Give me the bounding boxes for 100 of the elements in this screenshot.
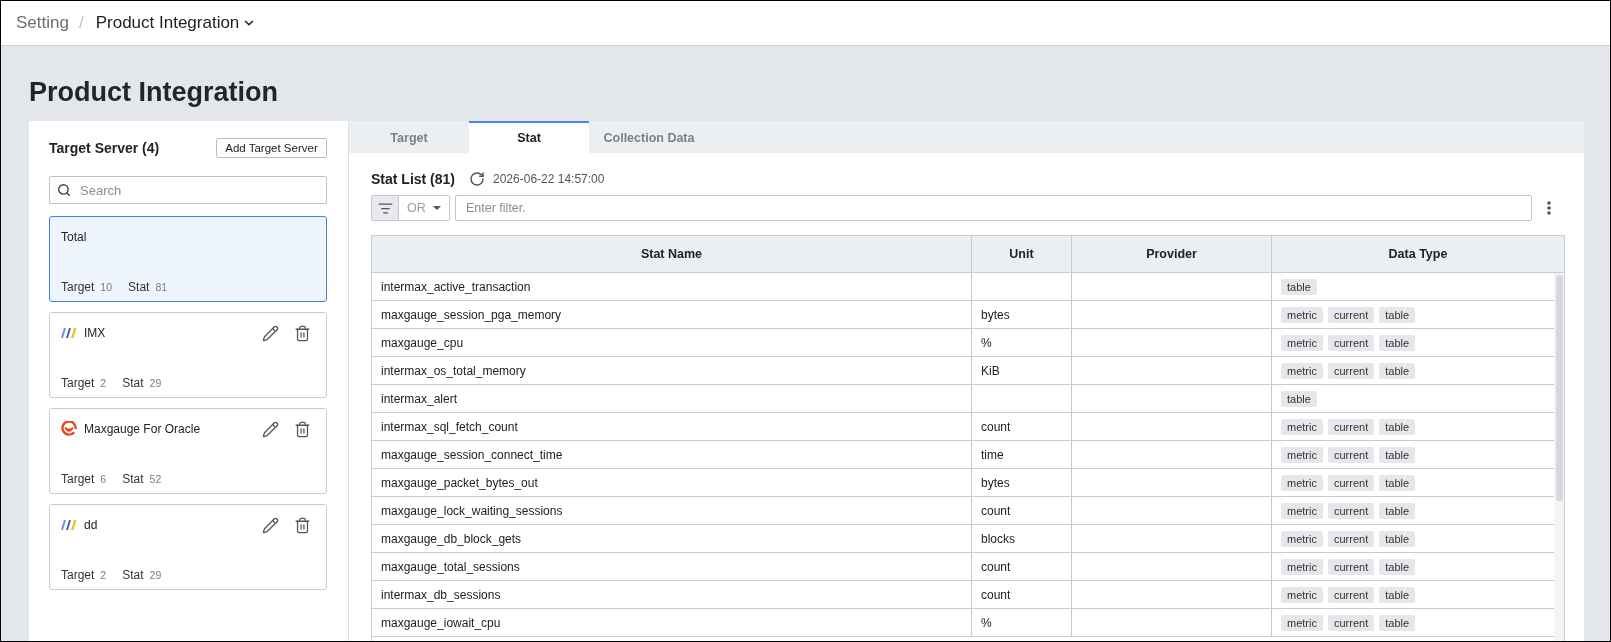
breadcrumb-separator: /: [78, 13, 84, 33]
stat-label: Stat: [122, 568, 144, 582]
refresh-button[interactable]: [469, 171, 485, 187]
data-type-tag: table: [1379, 502, 1416, 519]
target-count: 6: [100, 473, 107, 485]
data-type-tag: current: [1327, 474, 1375, 491]
data-type-tag: metric: [1281, 586, 1323, 603]
table-cell: count: [972, 497, 1072, 524]
data-type-tag: table: [1379, 306, 1416, 323]
data-type-tag: current: [1327, 502, 1375, 519]
target-label: Target: [61, 568, 95, 582]
table-cell: intermax_os_total_memory: [372, 357, 972, 384]
refresh-icon: [469, 171, 485, 187]
data-type-tag: metric: [1281, 446, 1323, 463]
table-cell: count: [972, 413, 1072, 440]
table-cell: count: [972, 553, 1072, 580]
table-cell: maxgauge_packet_bytes_out: [372, 469, 972, 496]
stat-count: 52: [149, 473, 162, 485]
target-count: 2: [100, 569, 107, 581]
stat-label: Stat: [122, 376, 144, 390]
panel-title: Target Server (4): [49, 140, 160, 156]
table-cell: bytes: [972, 301, 1072, 328]
table-cell: intermax_db_sessions: [372, 581, 972, 608]
column-header[interactable]: Data Type: [1272, 236, 1564, 272]
page-title: Product Integration: [29, 76, 279, 109]
edit-button[interactable]: [260, 419, 280, 439]
table-cell: KiB: [972, 357, 1072, 384]
pencil-icon: [261, 516, 279, 534]
data-type-tag: table: [1379, 362, 1416, 379]
data-type-tag: current: [1327, 418, 1375, 435]
server-name: Maxgauge For Oracle: [84, 422, 202, 436]
data-type-tag: current: [1327, 362, 1375, 379]
filter-icon: [377, 200, 393, 216]
data-type-tag: current: [1327, 586, 1375, 603]
data-type-tag: metric: [1281, 474, 1323, 491]
data-type-tag: table: [1379, 474, 1416, 491]
table-cell: %: [972, 609, 1072, 636]
timestamp: 2026-06-22 14:57:00: [493, 172, 605, 186]
pencil-icon: [261, 324, 279, 342]
data-type-tag: table: [1379, 334, 1416, 351]
target-label: Target: [61, 472, 95, 486]
server-card[interactable]: dd Target 2 Stat 29: [49, 504, 327, 590]
server-name: dd: [84, 518, 99, 532]
server-card[interactable]: IMX Target 2 Stat 29: [49, 312, 327, 398]
edit-button[interactable]: [260, 323, 280, 343]
data-type-tag: table: [1379, 530, 1416, 547]
column-header[interactable]: Provider: [1072, 236, 1272, 272]
column-header[interactable]: Stat Name: [372, 236, 972, 272]
filter-button[interactable]: [371, 195, 399, 221]
data-type-tag: metric: [1281, 306, 1323, 323]
stat-label: Stat: [122, 472, 144, 486]
table-cell: maxgauge_db_block_gets: [372, 525, 972, 552]
data-type-tag: metric: [1281, 614, 1323, 631]
data-type-tag: current: [1327, 530, 1375, 547]
tab[interactable]: Stat: [469, 121, 589, 153]
trash-icon: [293, 420, 311, 438]
breadcrumb-link[interactable]: Setting: [16, 13, 69, 33]
page-switcher[interactable]: Product Integration: [95, 13, 257, 33]
filter-input[interactable]: Enter filter.: [455, 195, 1532, 221]
trash-icon: [293, 516, 311, 534]
data-type-tag: current: [1327, 558, 1375, 575]
pencil-icon: [261, 420, 279, 438]
data-type-tag: current: [1327, 334, 1375, 351]
column-header[interactable]: Unit: [972, 236, 1072, 272]
target-count: 2: [100, 377, 107, 389]
search-icon: [57, 183, 71, 197]
server-name: Total: [61, 230, 88, 244]
data-type-tag: current: [1327, 306, 1375, 323]
data-type-tag: table: [1281, 278, 1317, 295]
data-type-tag: metric: [1281, 418, 1323, 435]
data-type-tag: table: [1379, 614, 1416, 631]
data-type-tag: table: [1379, 558, 1416, 575]
target-label: Target: [61, 376, 95, 390]
swirl-logo-icon: [61, 421, 77, 437]
scrollbar-thumb[interactable]: [1556, 275, 1563, 501]
data-type-tag: table: [1379, 586, 1416, 603]
table-cell: %: [972, 329, 1072, 356]
caret-icon: [433, 206, 441, 210]
table-cell: bytes: [972, 469, 1072, 496]
add-target-server-button[interactable]: Add Target Server: [216, 138, 327, 158]
stat-count: 29: [149, 569, 162, 581]
stat-count: 81: [155, 281, 168, 293]
data-type-tag: metric: [1281, 502, 1323, 519]
data-type-tag: current: [1327, 446, 1375, 463]
stat-count: 29: [149, 377, 162, 389]
target-count: 10: [100, 281, 113, 293]
table-cell: intermax_active_transaction: [372, 273, 972, 300]
data-type-tag: metric: [1281, 334, 1323, 351]
stripes-logo-icon: [61, 328, 77, 338]
table-cell: blocks: [972, 525, 1072, 552]
table-cell: intermax_sql_fetch_count: [372, 413, 972, 440]
search-field[interactable]: Search: [49, 176, 327, 204]
server-card[interactable]: Total Target 10 Stat 81: [49, 216, 327, 302]
trash-icon: [293, 324, 311, 342]
table-cell: time: [972, 441, 1072, 468]
stripes-logo-icon: [61, 520, 77, 530]
edit-button[interactable]: [260, 515, 280, 535]
more-icon: [1546, 201, 1551, 215]
server-card[interactable]: Maxgauge For Oracle Target 6 Stat 52: [49, 408, 327, 494]
tab[interactable]: Collection Data: [589, 121, 709, 153]
